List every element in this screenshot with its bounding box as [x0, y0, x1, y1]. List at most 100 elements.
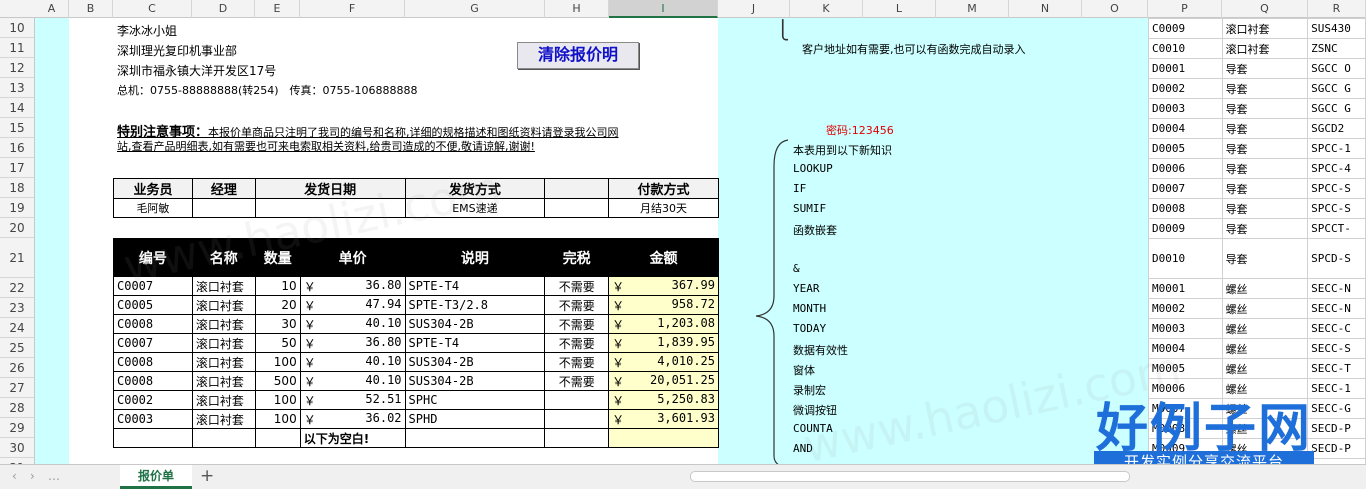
column-header-i[interactable]: I — [609, 0, 718, 18]
product-cell-1[interactable]: 滚口衬套 — [1221, 18, 1309, 39]
row-header-23[interactable]: 23 — [0, 298, 34, 318]
product-cell-2[interactable]: SPCC-4 — [1307, 158, 1366, 179]
row-header-11[interactable]: 11 — [0, 38, 34, 58]
row-header-29[interactable]: 29 — [0, 418, 34, 438]
quote-cell-5[interactable]: 不需要 — [544, 276, 610, 296]
quote-cell-6[interactable]: ￥ 1,839.95 — [608, 333, 719, 353]
product-cell-1[interactable]: 滚口衬套 — [1221, 38, 1309, 59]
quote-cell-1[interactable]: 滚口衬套 — [191, 409, 256, 429]
product-cell-2[interactable]: SECC-1 — [1307, 378, 1366, 399]
product-cell-2[interactable]: SPCD-S — [1307, 238, 1366, 279]
product-cell-1[interactable]: 导套 — [1221, 218, 1309, 239]
column-header-f[interactable]: F — [300, 0, 405, 18]
row-header-16[interactable]: 16 — [0, 138, 34, 158]
blank-cell-0[interactable] — [113, 428, 193, 448]
product-cell-2[interactable]: SGCC G — [1307, 78, 1366, 99]
row-header-10[interactable]: 10 — [0, 18, 34, 38]
quote-cell-2[interactable]: 100 — [254, 352, 301, 372]
quote-cell-4[interactable]: SPTE-T4 — [404, 276, 546, 296]
quote-cell-6[interactable]: ￥ 4,010.25 — [608, 352, 719, 372]
quote-cell-0[interactable]: C0008 — [113, 371, 193, 391]
row-header-27[interactable]: 27 — [0, 378, 34, 398]
quote-cell-2[interactable]: 100 — [254, 409, 301, 429]
product-cell-1[interactable]: 导套 — [1221, 98, 1309, 119]
quote-cell-6[interactable]: ￥ 958.72 — [608, 295, 719, 315]
column-header-n[interactable]: N — [1009, 0, 1082, 18]
row-header-25[interactable]: 25 — [0, 338, 34, 358]
quote-cell-3[interactable]: ￥ 52.51 — [299, 390, 406, 410]
quote-cell-1[interactable]: 滚口衬套 — [191, 314, 256, 334]
product-cell-0[interactable]: M0002 — [1148, 298, 1223, 319]
product-cell-1[interactable]: 导套 — [1221, 178, 1309, 199]
row-header-12[interactable]: 12 — [0, 58, 34, 78]
quote-cell-4[interactable]: SUS304-2B — [404, 371, 546, 391]
product-cell-2[interactable]: SECD-P — [1307, 418, 1366, 439]
quote-cell-0[interactable]: C0008 — [113, 314, 193, 334]
product-cell-1[interactable]: 螺丝 — [1221, 298, 1309, 319]
quote-cell-5[interactable] — [544, 390, 610, 410]
product-cell-1[interactable]: 导套 — [1221, 58, 1309, 79]
row-header-26[interactable]: 26 — [0, 358, 34, 378]
quote-cell-3[interactable]: ￥ 36.02 — [299, 409, 406, 429]
quote-cell-5[interactable]: 不需要 — [544, 352, 610, 372]
product-cell-2[interactable]: SPCC-S — [1307, 198, 1366, 219]
product-cell-2[interactable]: SECC-N — [1307, 278, 1366, 299]
column-header-j[interactable]: J — [718, 0, 790, 18]
blank-cell-4[interactable] — [404, 428, 546, 448]
product-cell-0[interactable]: D0004 — [1148, 118, 1223, 139]
row-header-20[interactable]: 20 — [0, 218, 34, 238]
quote-cell-1[interactable]: 滚口衬套 — [191, 352, 256, 372]
product-cell-0[interactable]: M0003 — [1148, 318, 1223, 339]
quote-cell-5[interactable]: 不需要 — [544, 333, 610, 353]
quote-cell-1[interactable]: 滚口衬套 — [191, 295, 256, 315]
product-cell-2[interactable]: SECD-P — [1307, 438, 1366, 459]
quote-cell-2[interactable]: 30 — [254, 314, 301, 334]
row-header-28[interactable]: 28 — [0, 398, 34, 418]
column-header-q[interactable]: Q — [1222, 0, 1308, 18]
horizontal-scrollbar[interactable] — [690, 471, 1130, 482]
info-value-0[interactable]: 毛阿敏 — [113, 198, 193, 218]
row-header-24[interactable]: 24 — [0, 318, 34, 338]
quote-cell-2[interactable]: 100 — [254, 390, 301, 410]
quote-cell-4[interactable]: SPTE-T4 — [404, 333, 546, 353]
product-cell-2[interactable]: SECC-N — [1307, 298, 1366, 319]
row-header-18[interactable]: 18 — [0, 178, 34, 198]
sheet-nav-next[interactable]: › — [30, 469, 35, 483]
quote-cell-0[interactable]: C0002 — [113, 390, 193, 410]
quote-cell-5[interactable]: 不需要 — [544, 371, 610, 391]
product-cell-2[interactable]: SGCC G — [1307, 98, 1366, 119]
product-cell-0[interactable]: C0009 — [1148, 18, 1223, 39]
add-sheet-button[interactable]: + — [200, 466, 214, 486]
product-cell-1[interactable]: 导套 — [1221, 238, 1309, 279]
column-header-p[interactable]: P — [1148, 0, 1222, 18]
product-cell-0[interactable]: M0001 — [1148, 278, 1223, 299]
info-value-4[interactable] — [544, 198, 610, 218]
product-cell-1[interactable]: 螺丝 — [1221, 358, 1309, 379]
quote-cell-3[interactable]: ￥ 40.10 — [299, 314, 406, 334]
product-cell-2[interactable]: SGCC O — [1307, 58, 1366, 79]
quote-cell-4[interactable]: SPHD — [404, 409, 546, 429]
column-header-m[interactable]: M — [936, 0, 1009, 18]
blank-cell-5[interactable] — [544, 428, 610, 448]
row-header-15[interactable]: 15 — [0, 118, 34, 138]
blank-cell-2[interactable] — [254, 428, 301, 448]
product-cell-1[interactable]: 螺丝 — [1221, 278, 1309, 299]
quote-cell-2[interactable]: 10 — [254, 276, 301, 296]
product-cell-1[interactable]: 导套 — [1221, 138, 1309, 159]
quote-cell-6[interactable]: ￥ 20,051.25 — [608, 371, 719, 391]
row-header-22[interactable]: 22 — [0, 278, 34, 298]
row-header-21[interactable]: 21 — [0, 238, 34, 278]
product-cell-2[interactable]: SGCD2 — [1307, 118, 1366, 139]
product-cell-2[interactable]: SPCCT- — [1307, 218, 1366, 239]
product-cell-1[interactable]: 导套 — [1221, 198, 1309, 219]
blank-cell-3[interactable]: 以下为空白! — [299, 428, 406, 448]
quote-cell-5[interactable]: 不需要 — [544, 295, 610, 315]
product-cell-1[interactable]: 导套 — [1221, 158, 1309, 179]
product-cell-0[interactable]: D0002 — [1148, 78, 1223, 99]
product-cell-0[interactable]: D0003 — [1148, 98, 1223, 119]
row-header-30[interactable]: 30 — [0, 438, 34, 458]
product-cell-0[interactable]: D0009 — [1148, 218, 1223, 239]
sheet-nav-prev[interactable]: ‹ — [12, 469, 17, 483]
sheet-tab-quote[interactable]: 报价单 — [120, 465, 192, 489]
column-header-c[interactable]: C — [113, 0, 192, 18]
